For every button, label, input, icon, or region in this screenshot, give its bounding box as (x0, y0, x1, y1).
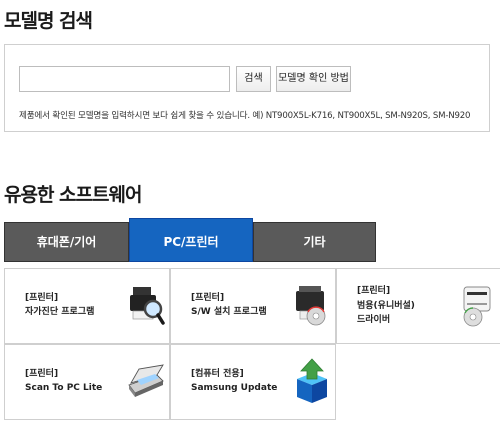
model-search-input[interactable] (19, 66, 230, 92)
software-item-category: [프린터] (191, 293, 225, 303)
printer-diagnostic-icon (130, 287, 165, 325)
model-search-title: 모델명 검색 (4, 10, 93, 32)
scanner-icon (128, 364, 164, 397)
software-item-category: [컴퓨터 전용] (191, 369, 244, 379)
software-item-category: [프린터] (357, 286, 391, 296)
software-item-name: 범용(유니버설) (357, 301, 415, 311)
software-item-samsung-update[interactable]: [컴퓨터 전용] Samsung Update (170, 344, 336, 420)
software-item-category: [프린터] (25, 369, 59, 379)
software-item-category: [프린터] (25, 293, 59, 303)
tab-mobile-gear[interactable]: 휴대폰/기어 (4, 222, 129, 262)
software-grid: [프린터] 자가진단 프로그램 [프린터] S/W 설치 프로그램 [프린터] … (4, 268, 500, 420)
software-section-title: 유용한 소프트웨어 (4, 184, 142, 206)
tab-other[interactable]: 기타 (253, 222, 376, 262)
model-search-panel: 검색 모델명 확인 방법 제품에서 확인된 모델명을 입력하시면 보다 쉽게 찾… (4, 44, 490, 132)
software-item-name: Samsung Update (191, 383, 278, 393)
software-item-scan-to-pc[interactable]: [프린터] Scan To PC Lite (4, 344, 170, 420)
software-item-printer-diagnostic[interactable]: [프린터] 자가진단 프로그램 (4, 268, 170, 344)
software-item-printer-installer[interactable]: [프린터] S/W 설치 프로그램 (170, 268, 336, 344)
software-item-name-line2: 드라이버 (357, 315, 391, 325)
search-button[interactable]: 검색 (236, 66, 271, 92)
software-item-name: S/W 설치 프로그램 (191, 307, 267, 317)
model-howto-button[interactable]: 모델명 확인 방법 (276, 66, 351, 92)
software-item-name: 자가진단 프로그램 (25, 307, 95, 317)
software-item-universal-driver[interactable]: [프린터] 범용(유니버설) 드라이버 (336, 268, 500, 344)
software-item-name: Scan To PC Lite (25, 383, 103, 393)
samsung-update-box-icon (297, 358, 327, 403)
printer-driver-disc-icon (463, 286, 491, 327)
software-tabs: 휴대폰/기어 PC/프린터 기타 (4, 218, 376, 262)
tab-pc-printer[interactable]: PC/프린터 (129, 218, 253, 262)
printer-software-install-icon (296, 286, 326, 326)
model-search-hint: 제품에서 확인된 모델명을 입력하시면 보다 쉽게 찾을 수 있습니다. 예) … (19, 111, 471, 121)
